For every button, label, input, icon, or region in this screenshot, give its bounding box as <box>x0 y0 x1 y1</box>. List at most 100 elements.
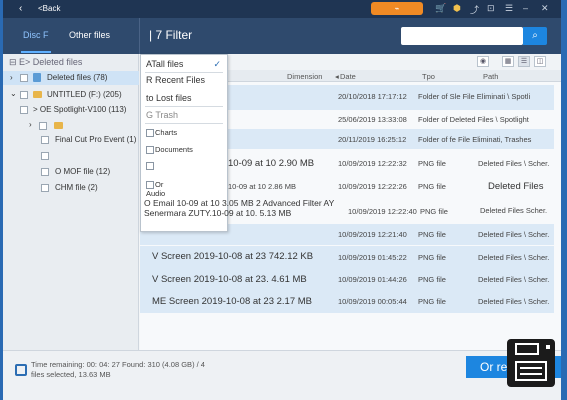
row-name: 10-09 at 10 2.90 MB <box>228 158 315 169</box>
row-date: 10/09/2019 01:45:22 <box>338 253 407 262</box>
sidebar-item-folder[interactable]: › <box>3 119 139 133</box>
column-date[interactable]: Date <box>340 72 356 81</box>
dropdown-item-lost-files[interactable]: to Lost files <box>146 93 192 103</box>
document-icon <box>146 146 154 155</box>
status-bar: Time remaining: 00: 04: 27 Found: 310 (4… <box>3 350 561 400</box>
back-arrow-icon[interactable]: ‹ <box>19 3 22 14</box>
checkbox[interactable] <box>20 91 28 99</box>
row-date: 10/09/2019 12:22:40 <box>348 207 417 216</box>
save-icon-line <box>520 367 542 369</box>
sidebar-item-final-cut[interactable]: Final Cut Pro Event (1) <box>3 133 139 147</box>
share-icon[interactable]: ⤴ <box>470 3 479 16</box>
table-row[interactable]: ME Screen 2019-10-08 at 23 2.17 MB 10/09… <box>140 291 554 313</box>
dropdown-item-email[interactable] <box>146 161 155 171</box>
row-date: 10/09/2019 12:21:40 <box>338 230 407 239</box>
expand-icon[interactable]: › <box>29 120 32 129</box>
row-type: PNG file <box>418 182 446 191</box>
save-icon-slot <box>515 361 547 381</box>
menu-icon[interactable]: ☰ <box>505 3 513 14</box>
dropdown-divider <box>145 123 223 124</box>
row-date: 25/06/2019 13:33:08 <box>338 115 407 124</box>
row-type: Folder of fe File Eliminati, Trashes <box>418 135 532 144</box>
search-input[interactable] <box>401 27 523 45</box>
sidebar-item-label: > OE Spotlight-V100 (113) <box>33 105 127 114</box>
sidebar-item-label: Final Cut Pro Event (1) <box>55 135 137 144</box>
row-date: 10/09/2019 12:22:32 <box>338 159 407 168</box>
collapse-icon[interactable]: ⌄ <box>10 89 17 98</box>
row-date: 10/09/2019 01:44:26 <box>338 275 407 284</box>
row-type: Folder of Deleted Files \ Spotlight <box>418 115 529 124</box>
sidebar-item-label: O MOF file (12) <box>55 167 111 176</box>
grid-view-icon[interactable]: ▦ <box>502 56 514 67</box>
audio-icon <box>146 181 154 190</box>
checkbox[interactable] <box>41 136 49 144</box>
expand-icon[interactable]: › <box>10 73 13 82</box>
row-path: Deleted Files \ Scher. <box>478 159 550 168</box>
row-name: V Screen 2019-10-08 at 23. 4.61 MB <box>152 274 307 285</box>
close-icon[interactable]: ✕ <box>541 3 549 14</box>
nav-bar: Disc F Other files | 7 Filter ⌕ <box>3 18 561 54</box>
row-path: Deleted Files \ Scher. <box>478 297 550 306</box>
dropdown-item-audio[interactable]: Or Audio <box>146 180 165 198</box>
sidebar-item-mof[interactable]: O MOF file (12) <box>3 165 139 179</box>
row-type: Folder of Sle File Eliminati \ Spotli <box>418 92 531 101</box>
dropdown-item-documents[interactable]: Documents <box>146 145 193 155</box>
overlay-file-text: O Email 10-09 at 10 3.05 MB 2 Advanced F… <box>144 198 335 218</box>
folder-icon <box>54 122 63 129</box>
cart-icon[interactable]: 🛒 <box>435 3 446 14</box>
row-path: Deleted Files Scher. <box>480 206 548 215</box>
gift-icon[interactable]: ⬢ <box>453 3 461 14</box>
checkbox[interactable] <box>20 74 28 82</box>
table-row[interactable]: V Screen 2019-10-08 at 23. 4.61 MB 10/09… <box>140 269 554 291</box>
search-icon[interactable]: ⌕ <box>523 27 547 45</box>
filter-title[interactable]: | 7 Filter <box>149 28 192 42</box>
row-name: V Screen 2019-10-08 at 23 742.12 KB <box>152 251 314 262</box>
lock-icon[interactable]: ⊡ <box>487 3 495 14</box>
preview-icon[interactable]: ◉ <box>477 56 489 67</box>
row-name: 10-09 at 10 2.86 MB <box>228 182 296 191</box>
dropdown-item-label: Documents <box>155 145 193 154</box>
sidebar-item-spotlight[interactable]: > OE Spotlight-V100 (113) <box>3 103 139 117</box>
list-view-icon[interactable]: ☰ <box>518 56 530 67</box>
column-path[interactable]: Path <box>483 72 498 81</box>
dropdown-item-all-files[interactable]: ATall files <box>146 59 183 69</box>
column-type[interactable]: Tpo <box>422 72 435 81</box>
detail-view-icon[interactable]: ◫ <box>534 56 546 67</box>
sort-icon[interactable]: ◂ <box>335 72 339 81</box>
row-date: 20/10/2018 17:17:12 <box>338 92 407 101</box>
row-date: 10/09/2019 00:05:44 <box>338 297 407 306</box>
chart-icon <box>146 129 154 138</box>
back-button[interactable]: <Back <box>38 4 60 13</box>
column-dimension[interactable]: Dimension <box>287 72 322 81</box>
dropdown-item-trash[interactable]: G Trash <box>146 110 178 120</box>
tab-other-files[interactable]: Other files <box>69 30 110 40</box>
email-icon <box>146 162 154 171</box>
minimize-icon[interactable]: – <box>523 3 528 13</box>
sidebar-item-untitled[interactable]: ⌄ UNTITLED (F:) (205) <box>3 88 139 102</box>
row-name: ME Screen 2019-10-08 at 23 2.17 MB <box>152 296 313 307</box>
dropdown-item-charts[interactable]: Charts <box>146 128 178 138</box>
sidebar-item-deleted-files[interactable]: › Deleted files (78) <box>3 71 139 85</box>
checkbox[interactable] <box>39 122 47 130</box>
upgrade-button[interactable]: ⌁ <box>371 2 423 15</box>
sidebar-item-label: Deleted files (78) <box>47 73 108 82</box>
checkbox[interactable] <box>41 184 49 192</box>
checkbox[interactable] <box>41 168 49 176</box>
row-path: Deleted Files \ Scher. <box>478 275 550 284</box>
dropdown-item-recent-files[interactable]: R Recent Files <box>146 75 205 85</box>
dropdown-item-label: Audio <box>146 189 166 199</box>
table-row[interactable]: V Screen 2019-10-08 at 23 742.12 KB 10/0… <box>140 246 554 269</box>
sidebar-item-blank[interactable] <box>3 149 139 163</box>
drive-icon <box>33 91 42 98</box>
row-type: PNG file <box>418 297 446 306</box>
dropdown-item-label: Charts <box>155 128 178 137</box>
tab-disc[interactable]: Disc F <box>23 30 49 40</box>
sidebar-item-chm[interactable]: CHM file (2) <box>3 181 139 195</box>
checkbox[interactable] <box>41 152 49 160</box>
save-icon-dot <box>546 345 550 349</box>
save-icon[interactable] <box>507 339 555 387</box>
sidebar-section-deleted[interactable]: ⊟ E> Deleted files <box>9 57 82 71</box>
dropdown-item-label: Or <box>155 180 164 189</box>
checkbox[interactable] <box>20 106 28 114</box>
scan-status: Time remaining: 00: 04: 27 Found: 310 (4… <box>31 360 205 369</box>
